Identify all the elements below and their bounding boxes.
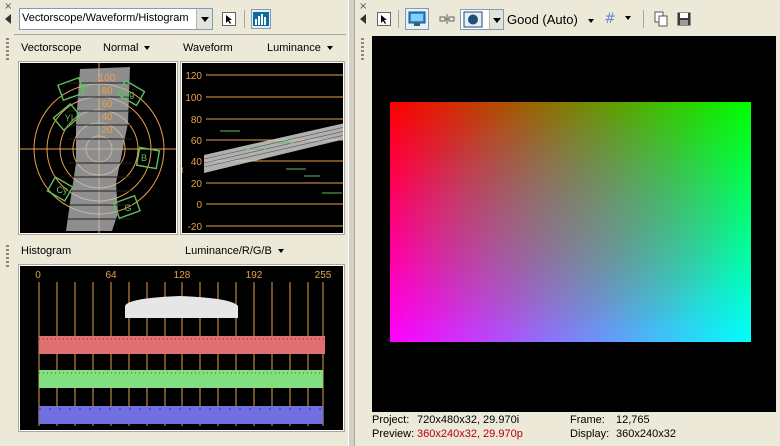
scope-type-value: Vectorscope/Waveform/Histogram <box>22 12 189 24</box>
project-value: 720x480x32, 29.970i <box>417 414 520 426</box>
histogram-mode-value: Luminance/R/G/B <box>185 245 272 257</box>
display-label: Display: <box>570 428 610 440</box>
toolbar-divider <box>14 34 346 35</box>
save-snapshot-button[interactable] <box>674 9 694 29</box>
chevron-down-icon <box>144 46 151 51</box>
waveform-graph: 120 100 80 60 40 20 0 -20 <box>182 71 343 233</box>
preview-frame <box>390 102 751 342</box>
waveform-tick: 20 <box>191 179 203 190</box>
chevron-down-icon <box>326 46 333 51</box>
waveform-tick: -20 <box>188 222 203 233</box>
split-screen-button[interactable] <box>437 9 457 29</box>
grid-overlay-button[interactable]: # <box>600 9 620 29</box>
external-monitor-button[interactable] <box>405 8 429 30</box>
pointer-icon <box>222 12 236 26</box>
video-preview-panel: × Good (Auto) # Project: 720x480x32, 29.… <box>355 0 780 446</box>
split-screen-icon <box>439 14 455 24</box>
waveform-display: 120 100 80 60 40 20 0 -20 <box>180 61 345 235</box>
panel-splitter[interactable] <box>348 0 355 446</box>
toolbar-separator <box>643 10 644 28</box>
histogram-tick: 0 <box>35 270 41 281</box>
preview-value: 360x240x32, 29.970p <box>417 428 523 440</box>
overlays-dropdown[interactable] <box>460 9 504 30</box>
waveform-tick: 80 <box>191 115 203 126</box>
panel-grip[interactable] <box>6 38 9 62</box>
histogram-tick: 64 <box>105 270 117 281</box>
histogram-graph: 0 64 128 192 255 <box>35 270 332 426</box>
waveform-tick: 0 <box>196 200 202 211</box>
histogram-tick: 255 <box>315 270 332 281</box>
project-label: Project: <box>372 414 410 426</box>
copy-icon <box>654 11 668 27</box>
chevron-down-icon <box>277 249 284 254</box>
grid-options-dropdown[interactable] <box>625 16 631 20</box>
histogram-green <box>39 370 323 388</box>
panel-grip[interactable] <box>361 38 364 62</box>
waveform-tick: 100 <box>185 93 202 104</box>
toolbar-separator <box>244 10 245 28</box>
close-panel-icon[interactable]: × <box>4 1 12 12</box>
histogram-icon <box>253 12 269 26</box>
waveform-mode-value: Luminance <box>267 42 321 54</box>
vectorscope-ring-label: 60 <box>101 99 113 110</box>
vectorscope-target-label: G <box>124 203 131 213</box>
preview-quality-value: Good (Auto) <box>507 12 578 27</box>
scope-type-select[interactable]: Vectorscope/Waveform/Histogram <box>19 8 213 30</box>
histogram-tick: 128 <box>174 270 191 281</box>
histogram-tick: 192 <box>246 270 263 281</box>
overlay-icon <box>463 11 483 28</box>
waveform-tick: 120 <box>185 71 202 82</box>
vectorscope-ring-label: 20 <box>101 125 113 136</box>
select-scope-source-button[interactable] <box>219 9 239 29</box>
update-scopes-button[interactable] <box>251 9 271 29</box>
waveform-tick: 40 <box>191 157 203 168</box>
video-scopes-panel: × Vectorscope/Waveform/Histogram Vectors… <box>0 0 348 446</box>
close-panel-icon[interactable]: × <box>359 1 367 12</box>
panel-grip-lower[interactable] <box>6 245 9 269</box>
frame-label: Frame: <box>570 414 605 426</box>
preview-label: Preview: <box>372 428 415 440</box>
preview-select-button[interactable] <box>374 9 394 29</box>
video-preview[interactable] <box>372 36 776 412</box>
pointer-icon <box>377 12 391 26</box>
vectorscope-label: Vectorscope <box>21 42 82 54</box>
copy-snapshot-button[interactable] <box>651 9 671 29</box>
histogram-display: 0 64 128 192 255 <box>18 264 345 432</box>
histogram-mode-dropdown[interactable]: Luminance/R/G/B <box>185 245 284 257</box>
vectorscope-target-label: R <box>82 83 89 93</box>
vectorscope-target-label: YI <box>65 113 74 123</box>
vectorscope-mode-dropdown[interactable]: Normal <box>103 42 151 54</box>
vectorscope-target-label: B <box>141 153 147 163</box>
vectorscope-target-label: Cy <box>57 185 68 195</box>
waveform-tick: 60 <box>191 136 203 147</box>
waveform-mode-dropdown[interactable]: Luminance <box>267 42 333 54</box>
vectorscope-ring-label: 40 <box>101 112 113 123</box>
vectorscope-display: 100 80 60 40 20 R Mg YI B Cy G <box>18 61 178 235</box>
vectorscope-ring-label: 100 <box>99 73 116 84</box>
chevron-down-icon[interactable] <box>196 9 212 29</box>
histogram-red <box>39 336 325 354</box>
collapse-panel-icon[interactable] <box>5 14 11 24</box>
histogram-luminance <box>125 296 238 318</box>
vectorscope-mode-value: Normal <box>103 42 139 54</box>
toolbar-separator <box>398 10 399 28</box>
collapse-panel-icon[interactable] <box>360 14 366 24</box>
vectorscope-ring-label: 80 <box>101 86 113 97</box>
save-icon <box>677 12 691 26</box>
chevron-down-icon <box>587 18 594 23</box>
monitor-icon <box>408 11 426 26</box>
vectorscope-graph: 100 80 60 40 20 R Mg YI B Cy G <box>20 63 176 233</box>
waveform-label: Waveform <box>183 42 233 54</box>
vectorscope-target-label: Mg <box>122 89 135 99</box>
display-value: 360x240x32 <box>616 428 676 440</box>
histogram-label: Histogram <box>21 245 72 257</box>
preview-quality-dropdown[interactable]: Good (Auto) <box>507 12 594 27</box>
grid-icon: # <box>604 11 616 27</box>
frame-value: 12,765 <box>616 414 650 426</box>
chevron-down-icon[interactable] <box>489 10 503 29</box>
